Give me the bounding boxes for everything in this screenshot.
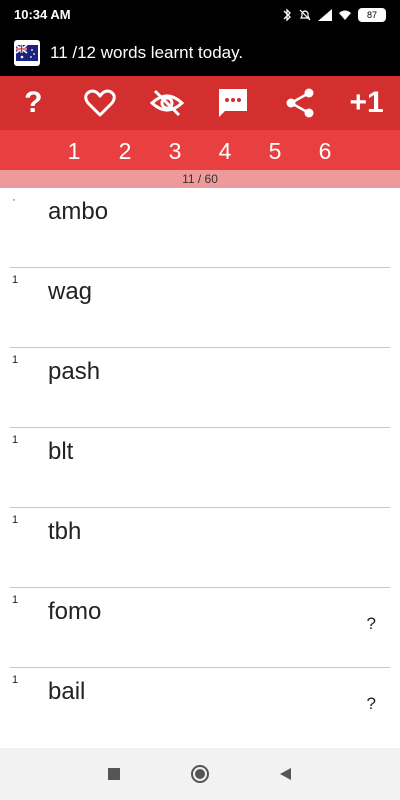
signal-icon: [318, 9, 332, 21]
page-tab-5[interactable]: 5: [260, 138, 290, 165]
square-icon: [108, 768, 120, 780]
page-tab-2[interactable]: 2: [110, 138, 140, 165]
bluetooth-icon: [283, 8, 291, 22]
list-item[interactable]: 1 tbh: [10, 508, 390, 588]
battery-indicator: 87: [358, 8, 386, 22]
status-icons: 87: [282, 5, 386, 25]
toolbar: ? +1: [0, 76, 400, 130]
page-tab-1[interactable]: 1: [59, 138, 89, 165]
back-button[interactable]: [274, 762, 298, 786]
word-text: pash: [48, 358, 101, 385]
page-tab-6[interactable]: 6: [310, 138, 340, 165]
heart-icon: [84, 89, 116, 117]
list-item[interactable]: 1 fomo ?: [10, 588, 390, 668]
page-title: 11 /12 words learnt today.: [50, 43, 244, 62]
word-count: 1: [12, 354, 19, 366]
favorite-button[interactable]: [72, 76, 128, 130]
mute-bell-icon: [299, 9, 311, 21]
word-count: 1: [12, 674, 19, 686]
list-item[interactable]: 1 wag: [10, 268, 390, 348]
word-count: 1: [12, 514, 19, 526]
help-button[interactable]: ?: [5, 76, 61, 130]
word-text: bail: [48, 678, 86, 705]
word-help[interactable]: ?: [367, 614, 376, 634]
back-triangle-icon: [280, 768, 291, 780]
word-text: ambo: [48, 198, 109, 225]
word-text: fomo: [48, 598, 102, 625]
page-tab-4[interactable]: 4: [210, 138, 240, 165]
recents-button[interactable]: [102, 762, 126, 786]
comment-icon: [219, 89, 248, 117]
status-time: 10:34 AM: [14, 7, 71, 22]
list-item[interactable]: 1 bail ?: [10, 668, 390, 747]
word-text: tbh: [48, 518, 82, 545]
status-bar: 10:34 AM 87: [0, 0, 400, 30]
word-count: 1: [12, 434, 19, 446]
eye-off-icon: [149, 89, 184, 117]
plus-one-label: +1: [349, 86, 384, 119]
australia-flag-icon[interactable]: [14, 40, 40, 66]
word-text: blt: [48, 438, 74, 465]
list-item[interactable]: 1 pash: [10, 348, 390, 428]
progress-counter: 11 / 60: [0, 170, 400, 188]
list-item[interactable]: · ambo: [10, 188, 390, 268]
wifi-icon: [339, 10, 351, 20]
home-circle-icon: [191, 765, 209, 783]
plus-one-button[interactable]: +1: [339, 76, 395, 130]
hide-button[interactable]: [139, 76, 195, 130]
home-button[interactable]: [188, 762, 212, 786]
word-count: 1: [12, 274, 19, 286]
word-help[interactable]: ?: [367, 694, 376, 714]
comment-button[interactable]: [205, 76, 261, 130]
app-header: 11 /12 words learnt today.: [0, 30, 400, 76]
word-count: 1: [12, 594, 19, 606]
system-nav-bar: [0, 748, 400, 800]
word-list: · ambo 1 wag 1 pash 1 blt 1 tbh 1 fomo ?…: [0, 188, 400, 747]
list-item[interactable]: 1 blt: [10, 428, 390, 508]
page-tabs: 1 2 3 4 5 6: [0, 130, 400, 170]
word-count: ·: [12, 194, 16, 206]
page-tab-3[interactable]: 3: [160, 138, 190, 165]
share-icon: [286, 88, 314, 118]
share-button[interactable]: [272, 76, 328, 130]
help-button-label: ?: [24, 86, 43, 119]
word-text: wag: [48, 278, 93, 305]
